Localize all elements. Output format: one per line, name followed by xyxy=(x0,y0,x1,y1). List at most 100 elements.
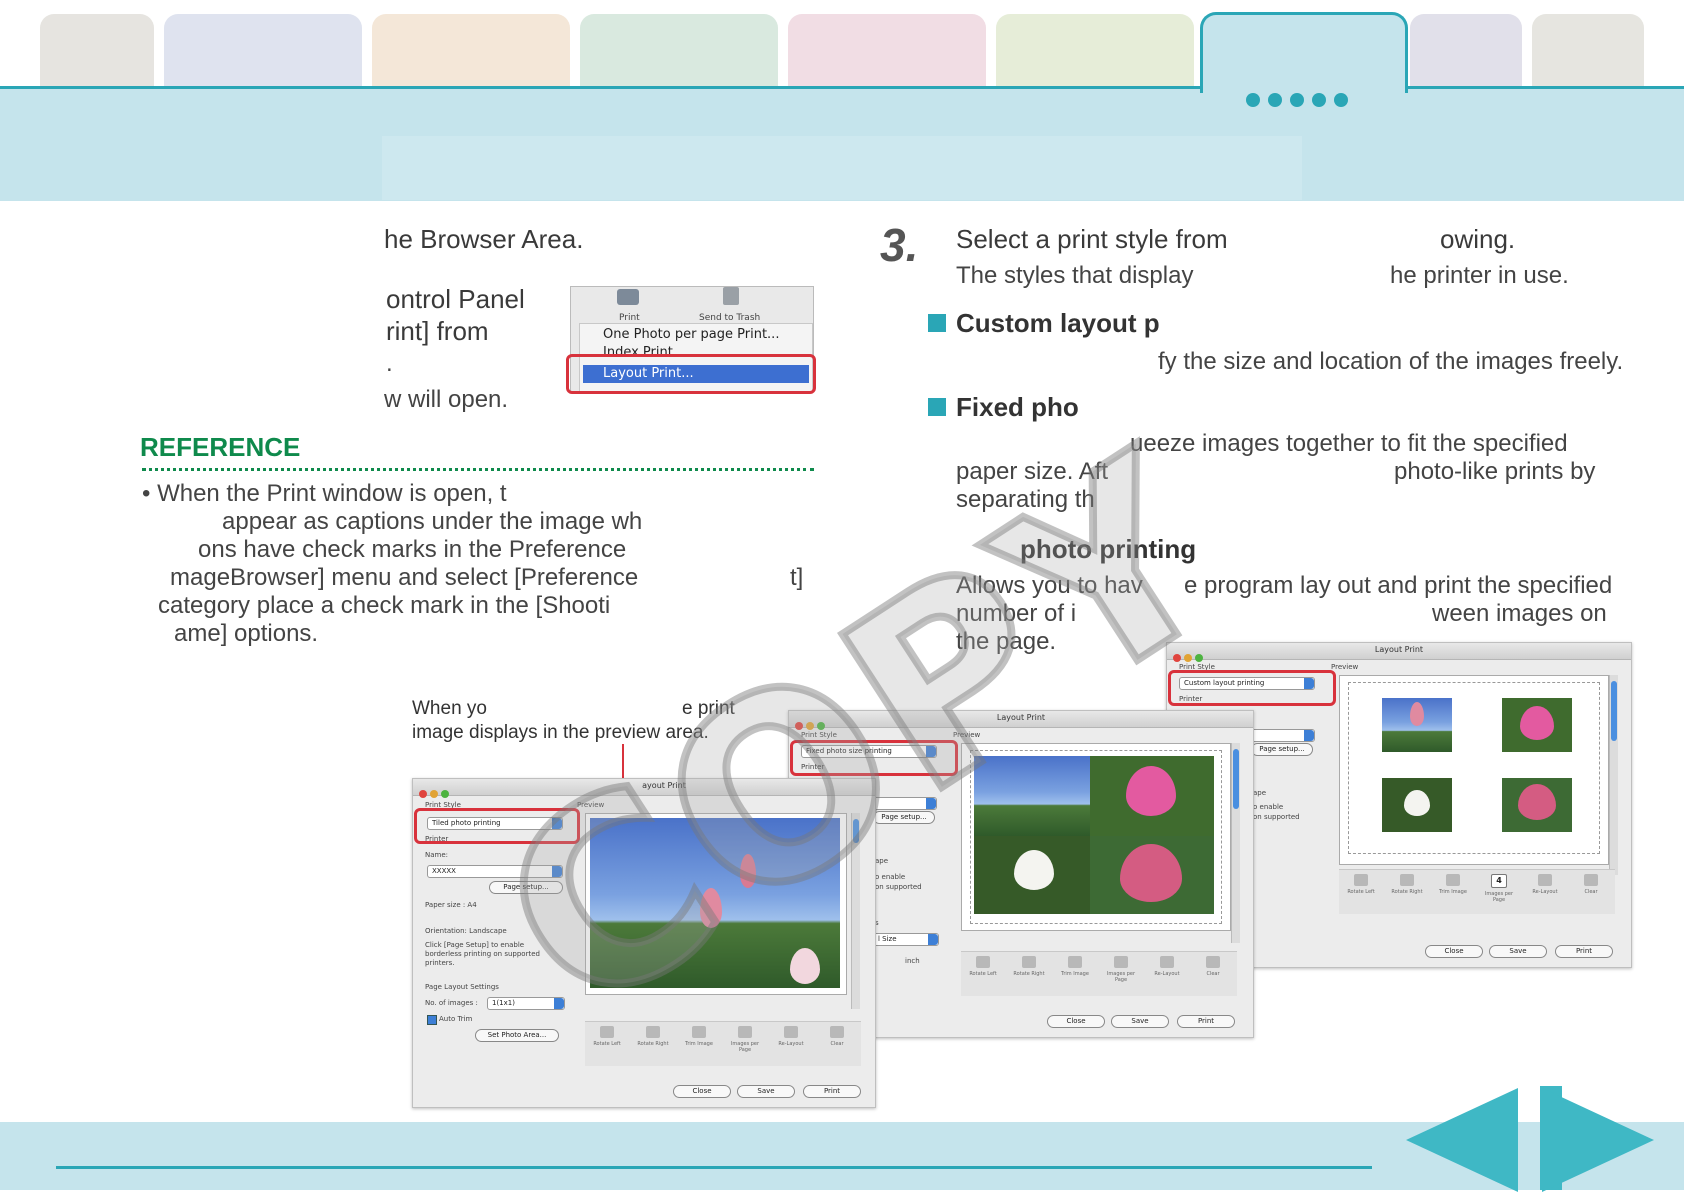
clear-tool[interactable]: Clear xyxy=(1571,874,1611,895)
reference-divider xyxy=(142,468,814,471)
close-button[interactable]: Close xyxy=(673,1085,731,1098)
menu-item-one-photo[interactable]: One Photo per page Print... xyxy=(603,327,779,342)
left-line-2: ontrol Panel xyxy=(386,284,525,314)
orientation-fragment: ape xyxy=(1253,789,1267,797)
page-indicator-dots xyxy=(1246,93,1356,112)
footer-rule xyxy=(56,1166,1372,1169)
rotate-right-tool[interactable]: Rotate Right xyxy=(1387,874,1427,895)
images-per-page-tool[interactable]: Images per Page xyxy=(1101,956,1141,983)
inch-label: inch xyxy=(905,957,920,965)
clear-tool[interactable]: Clear xyxy=(1193,956,1233,977)
next-page-arrow-icon[interactable] xyxy=(1542,1088,1654,1192)
menu-print-label: Print xyxy=(619,313,640,323)
save-button[interactable]: Save xyxy=(737,1085,795,1098)
note-fragment-2: on supported xyxy=(1253,813,1300,821)
toolbar: Rotate Left Rotate Right Trim Image Imag… xyxy=(961,951,1237,996)
reference-title: REFERENCE xyxy=(140,432,301,462)
close-button[interactable]: Close xyxy=(1047,1015,1105,1028)
reference-line-4b: t] xyxy=(790,564,804,591)
photo-3 xyxy=(1382,778,1452,832)
reference-line-3: ons have check marks in the Preference xyxy=(198,536,627,563)
step-sub-a: The styles that display xyxy=(956,262,1194,289)
preview-label: Preview xyxy=(1331,663,1359,671)
re-layout-tool[interactable]: Re-Layout xyxy=(771,1026,811,1047)
auto-trim-checkbox[interactable] xyxy=(427,1015,437,1025)
fixed-desc-1: ueeze images together to fit the specifi… xyxy=(1130,430,1568,457)
tiled-desc-1b: e program lay out and print the specifie… xyxy=(1184,572,1613,599)
custom-bullet xyxy=(928,314,946,332)
photo-4 xyxy=(1090,836,1214,914)
reference-line-6: ame] options. xyxy=(174,620,319,647)
close-button[interactable]: Close xyxy=(1425,945,1483,958)
num-images-select[interactable]: 1(1x1) xyxy=(487,997,565,1010)
orientation-label: Orientation: Landscape xyxy=(425,927,507,935)
paper-size-label: Paper size : A4 xyxy=(425,901,477,909)
re-layout-tool[interactable]: Re-Layout xyxy=(1525,874,1565,895)
set-photo-area-button[interactable]: Set Photo Area... xyxy=(475,1029,559,1042)
previous-page-arrow-icon[interactable] xyxy=(1406,1088,1518,1192)
print-icon xyxy=(617,289,639,305)
reference-line-4: mageBrowser] menu and select [Preference xyxy=(170,564,639,591)
tab-6[interactable] xyxy=(996,14,1194,86)
tab-active[interactable] xyxy=(1200,12,1408,93)
save-button[interactable]: Save xyxy=(1489,945,1547,958)
step-number: 3. xyxy=(880,219,919,271)
clear-tool[interactable]: Clear xyxy=(817,1026,857,1047)
trim-image-tool[interactable]: Trim Image xyxy=(1433,874,1473,895)
reference-line-2: appear as captions under the image wh xyxy=(222,508,643,535)
print-button[interactable]: Print xyxy=(1555,945,1613,958)
tab-8[interactable] xyxy=(1410,14,1522,86)
tab-9[interactable] xyxy=(1532,14,1644,86)
print-button[interactable]: Print xyxy=(1177,1015,1235,1028)
left-line-3: rint] from xyxy=(386,316,489,346)
images-per-page-tool[interactable]: Images per Page xyxy=(725,1026,765,1053)
left-line-4: . xyxy=(386,350,393,377)
rotate-right-tool[interactable]: Rotate Right xyxy=(1009,956,1049,977)
tab-3[interactable] xyxy=(372,14,570,86)
caption-line-1a: When yo xyxy=(412,698,487,719)
tiled-desc-2b: ween images on xyxy=(1432,600,1607,627)
size-select[interactable]: l Size xyxy=(873,933,939,946)
photo-2 xyxy=(1090,756,1214,836)
save-button[interactable]: Save xyxy=(1111,1015,1169,1028)
preview-area xyxy=(1339,675,1609,865)
step-sub-b: he printer in use. xyxy=(1390,262,1569,289)
left-line-1: he Browser Area. xyxy=(384,224,584,254)
step-title-b: owing. xyxy=(1440,224,1516,254)
fixed-desc-2b: photo-like prints by xyxy=(1394,458,1596,485)
step-title-a: Select a print style from xyxy=(956,224,1228,254)
photo-1 xyxy=(1382,698,1452,752)
tab-2[interactable] xyxy=(164,14,362,86)
trash-icon xyxy=(723,287,739,305)
num-images-label: No. of images : xyxy=(425,999,478,1007)
custom-desc: fy the size and location of the images f… xyxy=(1158,348,1624,375)
name-label: Name: xyxy=(425,851,449,859)
left-line-5: w will open. xyxy=(384,386,509,413)
images-per-page-tool[interactable]: 4 Images per Page xyxy=(1479,874,1519,903)
tab-1[interactable] xyxy=(40,14,154,86)
highlight-layout-print xyxy=(566,354,816,394)
trim-image-tool[interactable]: Trim Image xyxy=(1055,956,1095,977)
photo-4 xyxy=(1502,778,1572,832)
preview-scrollbar[interactable] xyxy=(1231,743,1240,943)
header-rule xyxy=(0,86,1684,89)
rotate-left-tool[interactable]: Rotate Left xyxy=(963,956,1003,977)
print-button[interactable]: Print xyxy=(803,1085,861,1098)
rotate-left-tool[interactable]: Rotate Left xyxy=(1341,874,1381,895)
preview-scrollbar[interactable] xyxy=(1609,675,1618,875)
photo-3 xyxy=(974,836,1090,914)
header-title-area xyxy=(382,136,1302,200)
reference-line-5: category place a check mark in the [Shoo… xyxy=(158,592,611,619)
custom-heading: Custom layout p xyxy=(956,308,1160,338)
tab-4[interactable] xyxy=(580,14,778,86)
page-setup-button[interactable]: Page setup... xyxy=(1251,743,1313,756)
trim-image-tool[interactable]: Trim Image xyxy=(679,1026,719,1047)
layout-settings-label: Page Layout Settings xyxy=(425,983,499,991)
re-layout-tool[interactable]: Re-Layout xyxy=(1147,956,1187,977)
toolbar: Rotate Left Rotate Right Trim Image 4 Ima… xyxy=(1339,869,1615,914)
fixed-bullet xyxy=(928,398,946,416)
tab-5[interactable] xyxy=(788,14,986,86)
reference-line-1: • When the Print window is open, t xyxy=(142,480,507,507)
photo-2 xyxy=(1502,698,1572,752)
note-fragment-1: o enable xyxy=(1253,803,1284,811)
